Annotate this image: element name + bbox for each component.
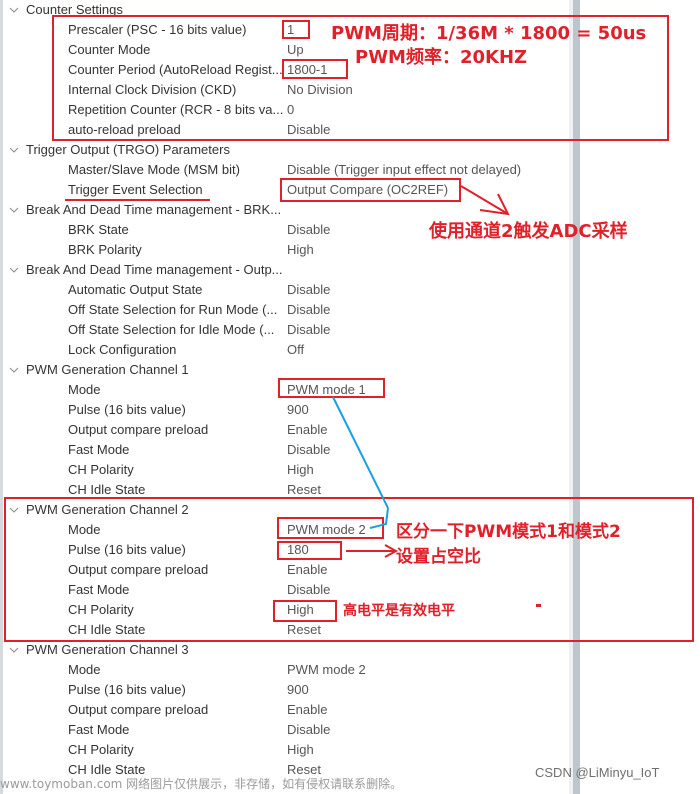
trigger-event-underline: [65, 199, 210, 201]
site-watermark: www.toymoban.com 网络图片仅供展示，非存储，如有侵权请联系删除。: [0, 777, 403, 791]
param-label: Output compare preload: [68, 422, 209, 437]
param-label: BRK Polarity: [68, 242, 142, 257]
param-label: Automatic Output State: [68, 282, 203, 297]
chevron-down-icon[interactable]: [9, 140, 21, 160]
param-label: Mode: [68, 382, 101, 397]
polarity-annotation: 高电平是有效电平: [343, 603, 455, 619]
pwm-frequency-annotation: PWM频率：20KHZ: [355, 47, 528, 68]
param-label: BRK State: [68, 222, 129, 237]
param-value[interactable]: Disable (Trigger input effect not delaye…: [287, 160, 521, 180]
param-value[interactable]: High: [287, 240, 314, 260]
param-label: Trigger Event Selection: [68, 182, 203, 197]
param-label: Mode: [68, 662, 101, 677]
param-label: Off State Selection for Idle Mode (...: [68, 322, 275, 337]
author-credit: CSDN @LiMinyu_IoT: [535, 765, 660, 780]
param-value[interactable]: High: [287, 460, 314, 480]
chevron-down-icon[interactable]: [9, 200, 21, 220]
param-label: Lock Configuration: [68, 342, 177, 357]
section-title: PWM Generation Channel 1: [26, 362, 189, 377]
param-value[interactable]: Disable: [287, 720, 330, 740]
ch2-mode-highlight: [277, 517, 384, 539]
section-title: Break And Dead Time management - Outp...: [26, 262, 283, 277]
duty-cycle-annotation: 设置占空比: [396, 547, 481, 567]
param-label: CH Polarity: [68, 462, 134, 477]
param-label: Output compare preload: [68, 702, 209, 717]
stray-mark: [536, 604, 541, 607]
param-label: Fast Mode: [68, 442, 130, 457]
param-label: Fast Mode: [68, 722, 130, 737]
section-title: PWM Generation Channel 3: [26, 642, 189, 657]
param-label: Master/Slave Mode (MSM bit): [68, 162, 240, 177]
param-value[interactable]: Disable: [287, 300, 330, 320]
pwm-period-annotation: PWM周期：1/36M * 1800 = 50us: [331, 23, 647, 44]
left-panel-edge: [0, 0, 3, 794]
trigger-event-value-highlight: [280, 178, 461, 202]
counter-period-highlight: [282, 59, 348, 79]
chevron-down-icon[interactable]: [9, 260, 21, 280]
param-value[interactable]: Enable: [287, 420, 327, 440]
chevron-down-icon[interactable]: [9, 0, 21, 20]
pwm-mode-annotation: 区分一下PWM模式1和模式2: [396, 522, 621, 542]
param-label: CH Polarity: [68, 742, 134, 757]
trigger-adc-annotation: 使用通道2触发ADC采样: [429, 221, 628, 242]
param-value[interactable]: PWM mode 2: [287, 660, 366, 680]
param-value[interactable]: Enable: [287, 700, 327, 720]
param-value[interactable]: Disable: [287, 220, 330, 240]
ch2-pulse-highlight: [277, 541, 342, 560]
trigger-arrow: [460, 185, 510, 216]
section-title: Trigger Output (TRGO) Parameters: [26, 142, 230, 157]
param-value[interactable]: 900: [287, 680, 309, 700]
chevron-down-icon[interactable]: [9, 640, 21, 660]
prescaler-value-highlight: [282, 20, 310, 39]
section-title: Break And Dead Time management - BRK...: [26, 202, 282, 217]
param-value[interactable]: Disable: [287, 320, 330, 340]
param-value[interactable]: 900: [287, 400, 309, 420]
chevron-down-icon[interactable]: [9, 360, 21, 380]
param-label: Off State Selection for Run Mode (...: [68, 302, 278, 317]
param-value[interactable]: Disable: [287, 280, 330, 300]
ch1-mode-highlight: [278, 378, 385, 398]
ch2-polarity-highlight: [273, 600, 337, 622]
param-value[interactable]: Disable: [287, 440, 330, 460]
param-label: Pulse (16 bits value): [68, 402, 186, 417]
param-value[interactable]: Off: [287, 340, 304, 360]
param-label: Pulse (16 bits value): [68, 682, 186, 697]
param-value[interactable]: High: [287, 740, 314, 760]
